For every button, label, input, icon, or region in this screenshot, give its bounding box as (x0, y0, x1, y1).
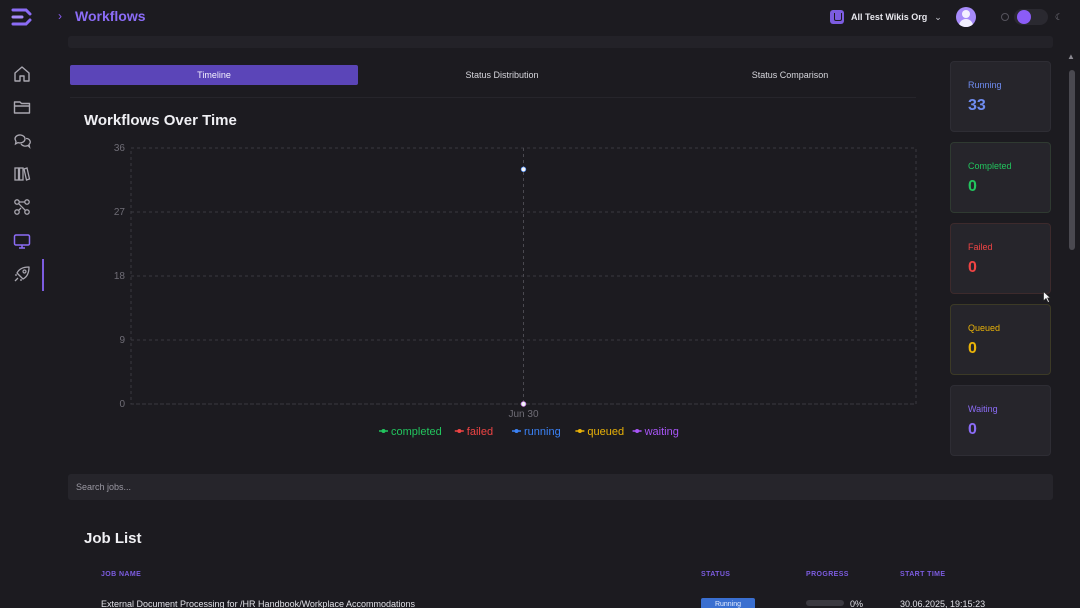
moon-icon: ☾ (1055, 12, 1064, 22)
top-strip (68, 36, 1053, 48)
status-card-value: 33 (968, 97, 986, 114)
workflow-icon (14, 199, 30, 215)
status-card-label: Running (968, 80, 1002, 90)
app-logo-icon[interactable] (10, 6, 34, 28)
job-name[interactable]: External Document Processing for /HR Han… (101, 599, 415, 608)
sidebar-item-library[interactable] (10, 162, 34, 186)
progress-percent: 0% (850, 599, 864, 608)
sidebar-item-chat[interactable] (10, 129, 34, 153)
org-name: All Test Wikis Org (851, 12, 928, 22)
home-icon (14, 66, 30, 82)
workflows-chart: 0 9 18 27 36 Jun 30 completed failed running queu… (114, 143, 917, 438)
legend-marker (457, 429, 462, 433)
status-badge: Running (701, 598, 755, 608)
chart-tabs: Timeline Status Distribution Status Comp… (70, 65, 918, 85)
legend-label-waiting: waiting (644, 426, 679, 438)
y-tick-label: 18 (114, 271, 126, 282)
legend-marker (381, 429, 386, 433)
mouse-cursor-icon (1043, 291, 1051, 303)
legend-label-completed: completed (391, 426, 442, 438)
scroll-up-arrow-icon[interactable]: ▲ (1067, 52, 1075, 61)
legend-label-failed: failed (467, 426, 493, 438)
tab-divider (70, 97, 916, 98)
legend-marker (514, 429, 519, 433)
switch-knob (1017, 10, 1031, 24)
sidebar-item-files[interactable] (10, 95, 34, 119)
column-header-status[interactable]: STATUS (701, 571, 730, 578)
scrollbar-thumb[interactable] (1069, 70, 1075, 250)
org-selector[interactable]: All Test Wikis Org ⌄ (830, 9, 942, 25)
status-card-value: 0 (968, 178, 977, 195)
tab-status-distribution[interactable]: Status Distribution (358, 65, 646, 85)
data-point-running (520, 166, 527, 173)
legend-label-running: running (524, 426, 561, 438)
status-card-completed[interactable]: Completed 0 (950, 142, 1051, 213)
status-card-label: Waiting (968, 404, 998, 414)
sun-icon (1001, 13, 1009, 21)
sidebar-item-workflows[interactable] (10, 195, 34, 219)
legend-marker (635, 429, 640, 433)
start-time: 30.06.2025, 19:15:23 (900, 599, 986, 608)
y-tick-label: 27 (114, 207, 126, 218)
search-jobs-input[interactable] (68, 474, 1053, 500)
theme-switch[interactable] (1014, 9, 1048, 25)
active-nav-indicator (42, 259, 44, 291)
job-list-title: Job List (84, 530, 142, 547)
sidebar-item-home[interactable] (10, 62, 34, 86)
status-card-waiting[interactable]: Waiting 0 (950, 385, 1051, 456)
status-card-label: Failed (968, 242, 993, 252)
legend-marker (577, 429, 582, 433)
legend-label-queued: queued (587, 426, 624, 438)
sidebar-item-deploy[interactable] (10, 262, 34, 286)
y-tick-label: 0 (119, 399, 125, 410)
top-bar: › Workflows All Test Wikis Org ⌄ ☾ (0, 0, 1080, 34)
tab-status-comparison[interactable]: Status Comparison (646, 65, 934, 85)
sidebar-item-monitor[interactable] (10, 229, 34, 253)
status-card-value: 0 (968, 259, 977, 276)
folder-icon (13, 101, 31, 114)
chart-title: Workflows Over Time (84, 112, 237, 129)
theme-toggle[interactable]: ☾ (1000, 9, 1066, 25)
user-avatar[interactable] (956, 7, 976, 27)
chat-icon (14, 134, 31, 149)
rocket-icon (14, 266, 30, 282)
y-tick-label: 9 (119, 335, 125, 346)
org-badge-icon (830, 10, 844, 24)
column-header-progress[interactable]: PROGRESS (806, 571, 849, 578)
library-icon (14, 167, 31, 181)
status-card-label: Queued (968, 323, 1001, 333)
tab-timeline[interactable]: Timeline (70, 65, 358, 85)
status-card-label: Completed (968, 161, 1012, 171)
data-point-waiting (520, 401, 527, 407)
status-card-running[interactable]: Running 33 (950, 61, 1051, 132)
status-card-queued[interactable]: Queued 0 (950, 304, 1051, 375)
chevron-down-icon: ⌄ (934, 11, 942, 22)
sidebar (0, 34, 44, 608)
x-tick-label: Jun 30 (508, 409, 538, 420)
status-card-value: 0 (968, 340, 977, 357)
status-card-failed[interactable]: Failed 0 (950, 223, 1051, 294)
breadcrumb-chevron-icon: › (58, 9, 62, 23)
monitor-icon (13, 234, 31, 249)
column-header-start-time[interactable]: START TIME (900, 571, 945, 578)
column-header-job-name[interactable]: JOB NAME (101, 571, 141, 578)
y-tick-label: 36 (114, 143, 126, 154)
status-card-value: 0 (968, 421, 977, 438)
progress-bar (806, 600, 844, 606)
page-title: Workflows (75, 8, 146, 24)
